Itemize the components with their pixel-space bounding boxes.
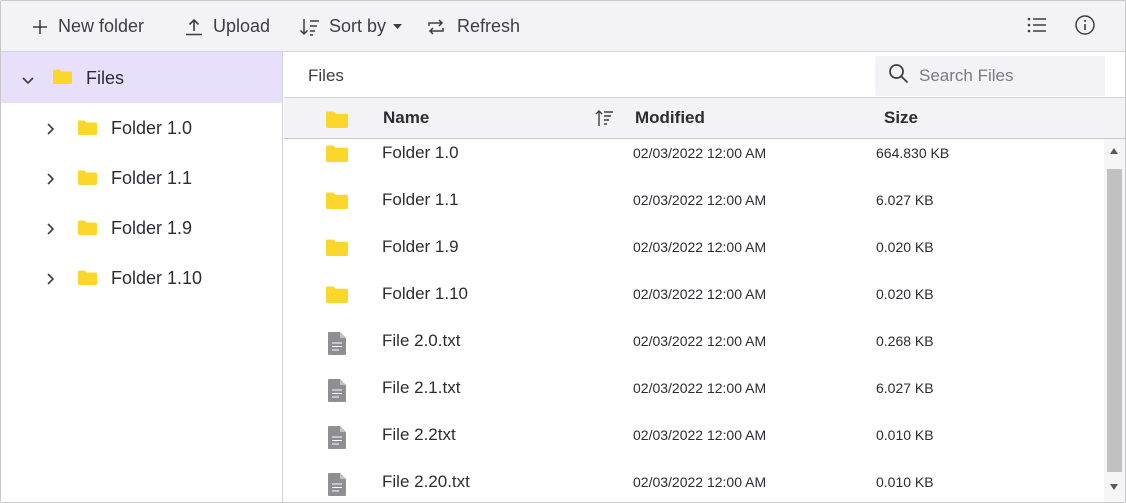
table-row[interactable]: Folder 1.1 02/03/2022 12:00 AM 6.027 KB: [284, 179, 1104, 226]
column-header-size[interactable]: Size: [884, 108, 918, 128]
table-row[interactable]: Folder 1.10 02/03/2022 12:00 AM 0.020 KB: [284, 273, 1104, 320]
sort-icon: [299, 17, 321, 37]
file-icon: [327, 472, 347, 502]
upload-label: Upload: [213, 16, 271, 36]
file-name: File 2.1.txt: [382, 378, 461, 397]
file-icon: [327, 378, 347, 408]
folder-icon: [77, 219, 98, 241]
chevron-right-icon[interactable]: [47, 122, 55, 140]
list-view-icon: [1026, 16, 1048, 39]
file-modified: 02/03/2022 12:00 AM: [633, 192, 767, 208]
plus-icon: [31, 18, 49, 36]
file-modified: 02/03/2022 12:00 AM: [633, 145, 767, 161]
file-grid: Folder 1.0 02/03/2022 12:00 AM 664.830 K…: [284, 139, 1104, 502]
folder-icon: [325, 110, 349, 134]
file-size: 0.010 KB: [876, 427, 934, 443]
tree-item-label: Folder 1.0: [111, 118, 193, 138]
scroll-up-arrow[interactable]: [1110, 148, 1118, 154]
address-bar: Files: [284, 52, 1125, 98]
refresh-label: Refresh: [457, 16, 521, 36]
tree-item-label: Folder 1.9: [111, 218, 193, 238]
chevron-right-icon[interactable]: [47, 272, 55, 290]
folder-icon: [325, 238, 349, 262]
breadcrumb-files[interactable]: Files: [308, 66, 344, 86]
navigation-tree: Files Folder 1.0 Folder 1.1 Folder 1.9 F…: [1, 52, 283, 502]
grid-header: Name Modified Size: [284, 98, 1125, 139]
toolbar: New folder Upload Sort by Refresh: [1, 1, 1125, 52]
folder-icon: [325, 285, 349, 309]
table-row[interactable]: File 2.2txt 02/03/2022 12:00 AM 0.010 KB: [284, 414, 1104, 461]
column-header-modified[interactable]: Modified: [635, 108, 705, 128]
file-size: 0.010 KB: [876, 474, 934, 490]
new-folder-button[interactable]: New folder: [31, 1, 144, 52]
table-row[interactable]: File 2.0.txt 02/03/2022 12:00 AM 0.268 K…: [284, 320, 1104, 367]
table-row[interactable]: Folder 1.9 02/03/2022 12:00 AM 0.020 KB: [284, 226, 1104, 273]
vertical-scrollbar[interactable]: [1104, 139, 1125, 502]
new-folder-label: New folder: [58, 16, 145, 36]
file-size: 0.268 KB: [876, 333, 934, 349]
file-name: File 2.2txt: [382, 425, 456, 444]
content-pane: Files Name Modified Size: [284, 52, 1125, 502]
tree-item-label: Folder 1.10: [111, 268, 203, 288]
file-modified: 02/03/2022 12:00 AM: [633, 286, 767, 302]
details-button[interactable]: [1071, 13, 1099, 41]
file-icon: [327, 331, 347, 361]
scroll-thumb[interactable]: [1107, 169, 1122, 472]
folder-icon: [77, 119, 98, 141]
search-input[interactable]: [919, 66, 1094, 86]
file-modified: 02/03/2022 12:00 AM: [633, 427, 767, 443]
tree-item-folder-1-1[interactable]: Folder 1.1: [1, 153, 282, 201]
file-name: Folder 1.1: [382, 190, 459, 209]
info-icon: [1074, 14, 1096, 41]
folder-icon: [77, 169, 98, 191]
file-size: 664.830 KB: [876, 145, 950, 161]
scroll-down-arrow[interactable]: [1110, 484, 1118, 490]
table-row[interactable]: File 2.1.txt 02/03/2022 12:00 AM 6.027 K…: [284, 367, 1104, 414]
file-size: 0.020 KB: [876, 286, 934, 302]
upload-icon: [184, 17, 204, 37]
sort-by-label: Sort by: [329, 16, 387, 36]
file-name: File 2.20.txt: [382, 472, 470, 491]
tree-item-folder-1-9[interactable]: Folder 1.9: [1, 203, 282, 251]
file-size: 6.027 KB: [876, 380, 934, 396]
refresh-icon: [426, 18, 446, 36]
chevron-right-icon[interactable]: [47, 222, 55, 240]
file-modified: 02/03/2022 12:00 AM: [633, 333, 767, 349]
chevron-down-icon[interactable]: [22, 72, 34, 90]
file-size: 6.027 KB: [876, 192, 934, 208]
search-icon: [888, 63, 909, 89]
sort-by-button[interactable]: Sort by: [299, 1, 403, 52]
upload-button[interactable]: Upload: [184, 1, 270, 52]
search-box: [875, 56, 1105, 96]
folder-icon: [325, 144, 349, 168]
column-header-name[interactable]: Name: [383, 108, 429, 128]
table-row[interactable]: File 2.20.txt 02/03/2022 12:00 AM 0.010 …: [284, 461, 1104, 502]
view-toggle-button[interactable]: [1023, 13, 1051, 41]
folder-icon: [52, 68, 73, 90]
sort-ascending-icon[interactable]: [595, 109, 615, 133]
file-modified: 02/03/2022 12:00 AM: [633, 380, 767, 396]
chevron-right-icon[interactable]: [47, 172, 55, 190]
file-modified: 02/03/2022 12:00 AM: [633, 474, 767, 490]
refresh-button[interactable]: Refresh: [426, 1, 520, 52]
file-name: Folder 1.9: [382, 237, 459, 256]
tree-item-folder-1-10[interactable]: Folder 1.10: [1, 253, 282, 301]
tree-item-label: Folder 1.1: [111, 168, 193, 188]
file-manager: New folder Upload Sort by Refresh Files …: [0, 0, 1126, 503]
folder-icon: [325, 191, 349, 215]
file-name: Folder 1.0: [382, 143, 459, 162]
file-size: 0.020 KB: [876, 239, 934, 255]
file-icon: [327, 425, 347, 455]
folder-icon: [77, 269, 98, 291]
tree-root-label: Files: [86, 68, 125, 88]
tree-item-folder-1-0[interactable]: Folder 1.0: [1, 103, 282, 151]
tree-item-files[interactable]: Files: [1, 52, 282, 103]
file-name: Folder 1.10: [382, 284, 468, 303]
chevron-down-icon: [393, 23, 403, 30]
table-row[interactable]: Folder 1.0 02/03/2022 12:00 AM 664.830 K…: [284, 139, 1104, 179]
file-name: File 2.0.txt: [382, 331, 461, 350]
file-modified: 02/03/2022 12:00 AM: [633, 239, 767, 255]
